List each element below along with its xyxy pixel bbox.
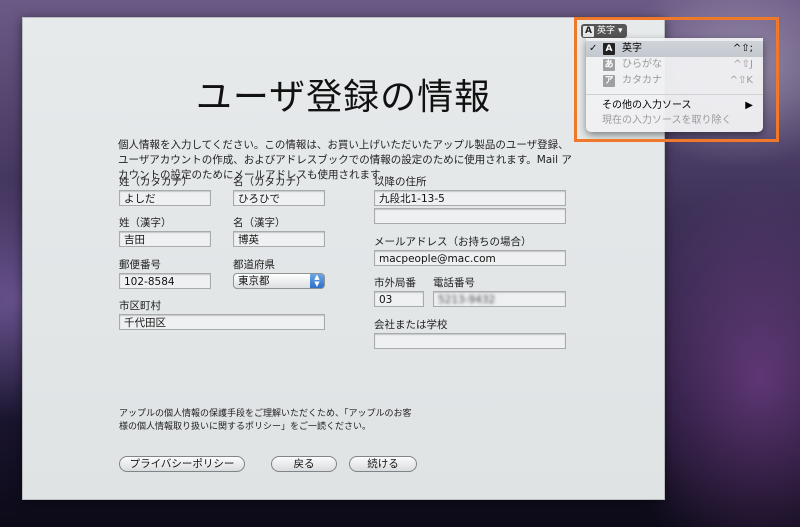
first-name-kanji-field[interactable]: 博英 — [233, 231, 325, 247]
email-field[interactable]: macpeople@mac.com — [374, 250, 566, 266]
city-label: 市区町村 — [119, 300, 161, 312]
callout-highlight-box — [574, 17, 779, 142]
first-name-kana-field[interactable]: ひろひで — [233, 190, 325, 206]
address-field-1[interactable]: 九段北1-13-5 — [374, 190, 566, 206]
phone-value: 5213-9432 — [438, 294, 496, 306]
city-field[interactable]: 千代田区 — [119, 314, 325, 330]
address-label: 以降の住所 — [374, 176, 427, 188]
last-name-kana-field[interactable]: よしだ — [119, 190, 211, 206]
up-down-arrows-icon: ▲ ▼ — [310, 274, 324, 288]
email-label: メールアドレス（お持ちの場合） — [374, 236, 532, 248]
phone-label: 電話番号 — [433, 277, 475, 289]
last-name-kana-label: 姓（カタカナ） — [119, 176, 193, 188]
continue-button[interactable]: 続ける — [349, 456, 417, 472]
area-code-field[interactable]: 03 — [374, 291, 424, 307]
postal-code-label: 郵便番号 — [119, 259, 161, 271]
privacy-policy-button[interactable]: プライバシーポリシー — [119, 456, 245, 472]
prefecture-value: 東京都 — [238, 275, 270, 287]
address-field-2[interactable] — [374, 208, 566, 224]
first-name-kanji-label: 名（漢字） — [233, 217, 286, 229]
company-label: 会社または学校 — [374, 319, 448, 331]
setup-assistant-panel: ユーザ登録の情報 個人情報を入力してください。この情報は、お買い上げいただいたア… — [22, 17, 665, 500]
postal-code-field[interactable]: 102-8584 — [119, 273, 211, 289]
prefecture-popup[interactable]: 東京都 ▲ ▼ — [233, 273, 325, 289]
area-code-label: 市外局番 — [374, 277, 416, 289]
privacy-footnote: アップルの個人情報の保護手段をご理解いただくため、「アップルのお客様の個人情報取… — [119, 409, 412, 432]
last-name-kanji-label: 姓（漢字） — [119, 217, 172, 229]
back-button[interactable]: 戻る — [271, 456, 337, 472]
prefecture-label: 都道府県 — [233, 259, 275, 271]
phone-field[interactable]: 5213-9432 — [433, 291, 566, 307]
company-field[interactable] — [374, 333, 566, 349]
first-name-kana-label: 名（カタカナ） — [233, 176, 307, 188]
last-name-kanji-field[interactable]: 吉田 — [119, 231, 211, 247]
page-title: ユーザ登録の情報 — [195, 77, 492, 118]
